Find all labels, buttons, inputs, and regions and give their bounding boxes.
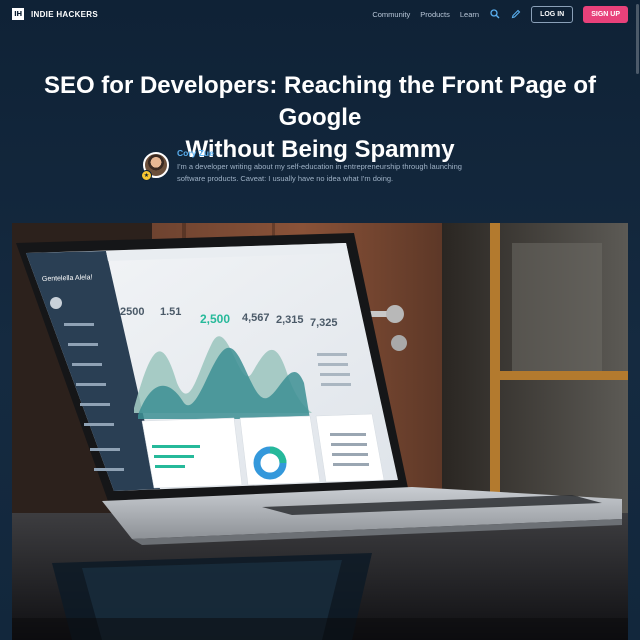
stat-6: 7,325 bbox=[310, 317, 338, 329]
hero-image: Gentelella Alela! 2500 1.51 2,500 4,567 … bbox=[12, 223, 628, 640]
author-bio-line-2: software products. Caveat: I usually hav… bbox=[177, 174, 394, 183]
article-title-line-1: SEO for Developers: Reaching the Front P… bbox=[43, 72, 597, 131]
logo[interactable]: IH INDIE HACKERS bbox=[12, 8, 98, 20]
login-button[interactable]: LOG IN bbox=[531, 5, 574, 23]
stat-1: 2500 bbox=[120, 306, 144, 318]
nav-link-community[interactable]: Community bbox=[372, 10, 410, 19]
author-info: Cory Zue I'm a developer writing about m… bbox=[177, 148, 462, 185]
stat-4: 4,567 bbox=[242, 312, 270, 324]
nav-link-learn[interactable]: Learn bbox=[460, 10, 479, 19]
logo-mark: IH bbox=[12, 8, 24, 20]
badge-icon: ★ bbox=[141, 170, 152, 181]
brand-name: INDIE HACKERS bbox=[31, 9, 99, 19]
author-name[interactable]: Cory Zue bbox=[177, 148, 462, 158]
author-card: ★ Cory Zue I'm a developer writing about… bbox=[141, 148, 503, 185]
stat-5: 2,315 bbox=[276, 314, 304, 326]
scrollbar[interactable] bbox=[636, 4, 639, 74]
nav-link-products[interactable]: Products bbox=[420, 10, 450, 19]
pencil-icon[interactable] bbox=[510, 9, 521, 20]
top-nav: IH INDIE HACKERS Community Products Lear… bbox=[0, 0, 640, 28]
author-bio: I'm a developer writing about my self-ed… bbox=[177, 161, 462, 185]
signup-button[interactable]: SIGN UP bbox=[583, 5, 628, 23]
author-bio-line-1: I'm a developer writing about my self-ed… bbox=[177, 162, 462, 171]
author-avatar-wrap[interactable]: ★ bbox=[141, 152, 169, 181]
search-icon[interactable] bbox=[489, 9, 500, 20]
stat-3: 2,500 bbox=[200, 312, 230, 326]
laptop-photo: Gentelella Alela! 2500 1.51 2,500 4,567 … bbox=[12, 223, 628, 640]
stat-2: 1.51 bbox=[160, 306, 181, 318]
nav-right: Community Products Learn LOG IN SIGN UP bbox=[372, 5, 628, 23]
